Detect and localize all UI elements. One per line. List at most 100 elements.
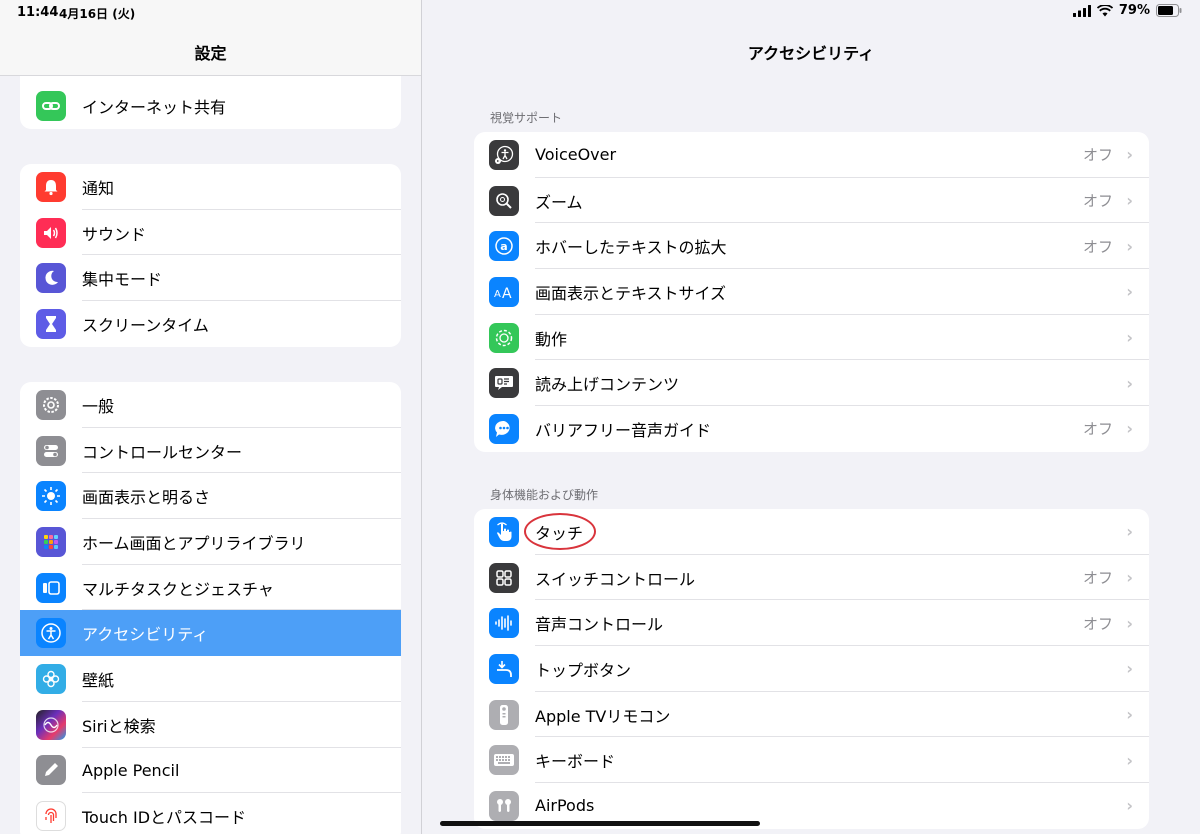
switch-control-icon [489, 562, 519, 593]
zoom-icon [489, 185, 519, 216]
sidebar-item-control-center[interactable]: コントロールセンター [20, 428, 401, 474]
chevron-right-icon: › [1126, 373, 1133, 393]
status-date: 4月16日 (火) [59, 7, 136, 21]
flower-icon [36, 663, 66, 694]
chevron-right-icon: › [1126, 145, 1133, 165]
chevron-right-icon: › [1126, 419, 1133, 439]
row-touch[interactable]: タッチ › [474, 509, 1149, 555]
chevron-right-icon: › [1126, 796, 1133, 816]
row-label: 動作 [535, 329, 568, 349]
sidebar-item-label: ホーム画面とアプリライブラリ [82, 533, 306, 553]
row-value: オフ [1082, 146, 1113, 165]
chevron-right-icon: › [1126, 282, 1133, 302]
sidebar-group-notifications: 通知 サウンド 集中モード スクリーンタイム [20, 164, 401, 347]
svg-text:A: A [502, 286, 512, 302]
row-label: 音声コントロール [535, 615, 664, 635]
sidebar-item-notifications[interactable]: 通知 [20, 164, 401, 210]
chevron-right-icon: › [1126, 191, 1133, 211]
row-apple-tv-remote[interactable]: Apple TVリモコン › [474, 692, 1149, 738]
sidebar-item-label: 画面表示と明るさ [82, 488, 211, 508]
row-value: オフ [1082, 420, 1113, 439]
gear-icon [36, 389, 66, 420]
row-voice-control[interactable]: 音声コントロール オフ › [474, 600, 1149, 647]
sidebar-item-label: インターネット共有 [82, 97, 227, 117]
row-label: ホバーしたテキストの拡大 [535, 238, 727, 258]
sidebar-item-label: 集中モード [82, 270, 163, 290]
sidebar-item-wallpaper[interactable]: 壁紙 [20, 656, 401, 702]
link-icon [36, 90, 66, 121]
moon-icon [36, 263, 66, 294]
sidebar-item-label: スクリーンタイム [82, 315, 209, 335]
sidebar-item-focus[interactable]: 集中モード [20, 255, 401, 302]
chevron-right-icon: › [1126, 750, 1133, 770]
sidebar-item-sounds[interactable]: サウンド [20, 210, 401, 256]
sidebar-header: 11:44 4月16日 (火) 設定 [0, 0, 421, 76]
highlight-circle-annotation [524, 513, 596, 550]
page-title: アクセシビリティ [747, 44, 875, 63]
fingerprint-icon [36, 801, 66, 832]
sidebar-item-label: Touch IDとパスコード [82, 808, 247, 828]
cellular-signal-icon [1072, 4, 1091, 17]
section-header-vision: 視覚サポート [490, 111, 563, 125]
row-switch-control[interactable]: スイッチコントロール オフ › [474, 555, 1149, 601]
row-audio-description[interactable]: バリアフリー音声ガイド オフ › [474, 406, 1149, 452]
sidebar-item-label: サウンド [82, 224, 147, 244]
row-voiceover[interactable]: VoiceOver オフ › [474, 132, 1149, 178]
sidebar-item-label: 通知 [82, 178, 115, 198]
bell-icon [36, 171, 66, 202]
sidebar-item-touch-id[interactable]: Touch IDとパスコード [20, 793, 401, 834]
chevron-right-icon: › [1126, 568, 1133, 588]
sidebar-item-accessibility[interactable]: アクセシビリティ [20, 610, 401, 657]
row-value: オフ [1082, 569, 1113, 588]
text-size-icon: AA [489, 276, 519, 307]
sidebar-item-multitasking[interactable]: マルチタスクとジェスチャ [20, 565, 401, 611]
pencil-icon [36, 755, 66, 786]
sidebar-item-siri-search[interactable]: Siriと検索 [20, 702, 401, 748]
sidebar-item-screen-time[interactable]: スクリーンタイム [20, 301, 401, 347]
row-zoom[interactable]: ズーム オフ › [474, 178, 1149, 224]
chevron-right-icon: › [1126, 328, 1133, 348]
voice-control-icon [489, 608, 519, 639]
row-label: ズーム [535, 192, 583, 212]
chevron-right-icon: › [1126, 659, 1133, 679]
row-value: オフ [1082, 614, 1113, 633]
keyboard-icon [489, 745, 519, 776]
accessibility-detail-pane: 79% アクセシビリティ 視覚サポート VoiceOver オフ › ズーム オ… [422, 0, 1200, 834]
siri-icon [36, 709, 66, 740]
touch-hand-icon [489, 516, 519, 547]
sidebar-item-general[interactable]: 一般 [20, 382, 401, 428]
row-top-button[interactable]: トップボタン › [474, 646, 1149, 692]
sidebar-item-label: Apple Pencil [82, 760, 180, 780]
battery-icon [1156, 4, 1182, 17]
row-display-text-size[interactable]: AA 画面表示とテキストサイズ › [474, 269, 1149, 315]
row-motion[interactable]: 動作 › [474, 315, 1149, 361]
remote-icon [489, 699, 519, 730]
multitask-icon [36, 572, 66, 603]
row-spoken-content[interactable]: 読み上げコンテンツ › [474, 360, 1149, 407]
row-keyboard[interactable]: キーボード › [474, 737, 1149, 784]
home-indicator[interactable] [440, 821, 760, 826]
sidebar-item-label: 壁紙 [82, 670, 115, 690]
audio-description-icon [489, 413, 519, 444]
chevron-right-icon: › [1126, 522, 1133, 542]
sidebar-item-apple-pencil[interactable]: Apple Pencil [20, 748, 401, 794]
row-value: オフ [1082, 237, 1113, 256]
row-hover-text[interactable]: a ホバーしたテキストの拡大 オフ › [474, 223, 1149, 270]
voiceover-icon [489, 139, 519, 170]
sun-icon [36, 481, 66, 512]
sidebar-item-home-screen[interactable]: ホーム画面とアプリライブラリ [20, 519, 401, 565]
airpods-icon [489, 790, 519, 821]
chevron-right-icon: › [1126, 705, 1133, 725]
physical-motor-settings-group: タッチ › スイッチコントロール オフ › 音声コントロール オフ › トップボ… [474, 509, 1149, 829]
chevron-right-icon: › [1126, 236, 1133, 256]
sidebar-group-general: 一般 コントロールセンター 画面表示と明るさ ホーム画面とアプリライブラリ マル… [20, 382, 401, 834]
section-header-physical-motor: 身体機能および動作 [490, 488, 599, 502]
battery-percent: 79% [1118, 3, 1150, 18]
status-bar-right: 79% [1072, 3, 1182, 18]
sidebar-title: 設定 [194, 44, 227, 63]
svg-text:a: a [500, 240, 507, 253]
row-label: VoiceOver [535, 145, 617, 165]
sidebar-item-hotspot[interactable]: インターネット共有 [20, 83, 401, 129]
sidebar-item-label: Siriと検索 [82, 716, 156, 736]
sidebar-item-display-brightness[interactable]: 画面表示と明るさ [20, 473, 401, 520]
